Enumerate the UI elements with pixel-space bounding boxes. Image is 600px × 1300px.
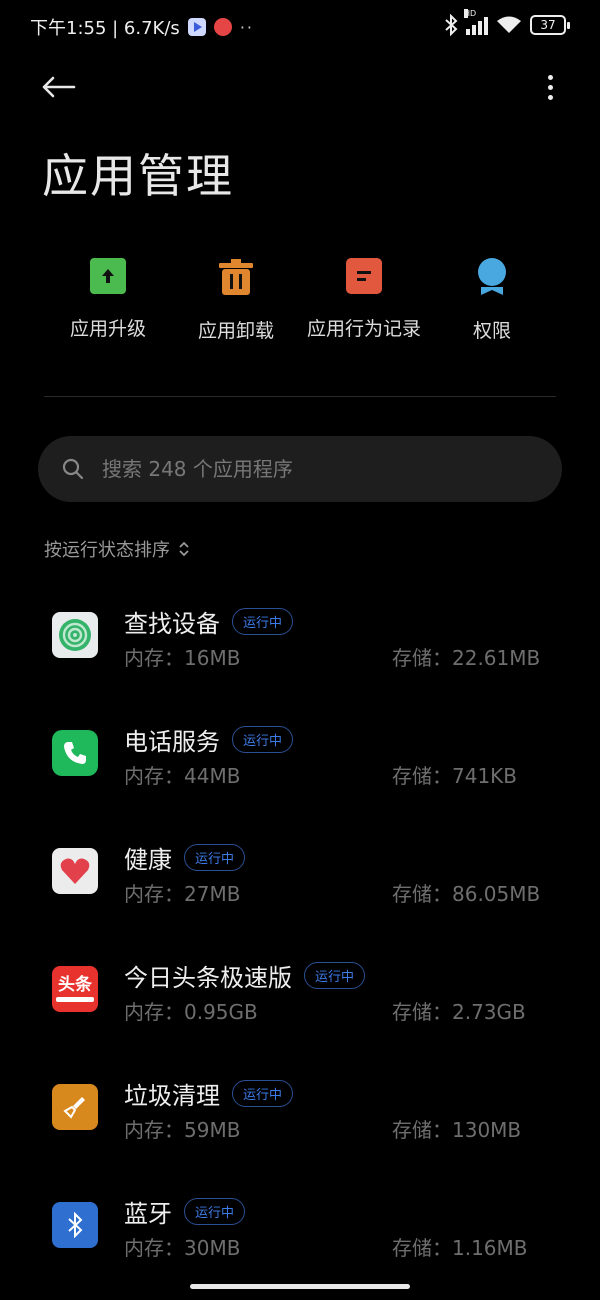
status-time: 下午1:55 | 6.7K/s	[30, 18, 180, 39]
app-name: 垃圾清理	[124, 1082, 220, 1110]
status-right: HD 37	[444, 9, 570, 36]
app-memory: 内存：27MB	[124, 882, 241, 906]
toutiao-icon-strip	[56, 997, 94, 1002]
heart-icon	[52, 848, 98, 894]
app-memory: 内存：59MB	[124, 1118, 241, 1142]
app-list-item[interactable]: 蓝牙 运行中 内存：30MB 存储：1.16MB	[0, 1180, 600, 1298]
app-name-line: 蓝牙 运行中	[124, 1194, 246, 1229]
divider	[44, 396, 556, 397]
page-title: 应用管理	[42, 149, 234, 203]
app-name-line: 电话服务 运行中	[124, 722, 294, 757]
permissions-button[interactable]: 权限	[422, 258, 562, 343]
app-list-item[interactable]: 查找设备 运行中 内存：16MB 存储：22.61MB	[0, 590, 600, 708]
signal-icon: HD	[464, 9, 488, 35]
app-storage: 存储：22.61MB	[392, 646, 541, 670]
app-list-item[interactable]: 健康 运行中 内存：27MB 存储：86.05MB	[0, 826, 600, 944]
app-storage: 存储：1.16MB	[392, 1236, 528, 1260]
search-bar[interactable]	[38, 436, 562, 502]
app-name: 蓝牙	[124, 1200, 172, 1228]
running-badge: 运行中	[232, 608, 294, 635]
home-indicator[interactable]	[190, 1284, 410, 1289]
app-list-item[interactable]: 垃圾清理 运行中 内存：59MB 存储：130MB	[0, 1062, 600, 1180]
running-badge: 运行中	[232, 726, 294, 753]
app-storage: 存储：130MB	[392, 1118, 522, 1142]
app-name: 电话服务	[124, 728, 220, 756]
phone-icon	[52, 730, 98, 776]
app-name: 查找设备	[124, 610, 220, 638]
running-badge: 运行中	[184, 844, 246, 871]
status-left: 下午1:55 | 6.7K/s ··	[30, 14, 254, 40]
trash-icon	[217, 258, 255, 296]
battery-icon: 37	[530, 15, 570, 35]
more-options-button[interactable]	[544, 70, 556, 104]
upgrade-icon	[90, 258, 126, 294]
sort-selector[interactable]: 按运行状态排序	[44, 536, 190, 562]
app-list: 查找设备 运行中 内存：16MB 存储：22.61MB 电话服务 运行中 内存：…	[0, 590, 600, 1298]
back-arrow-icon	[42, 76, 76, 98]
more-notifications-icon: ··	[239, 17, 254, 37]
app-behavior-record-label: 应用行为记录	[306, 318, 421, 340]
app-list-item[interactable]: 电话服务 运行中 内存：44MB 存储：741KB	[0, 708, 600, 826]
app-notification-icon	[213, 18, 232, 36]
app-storage: 存储：2.73GB	[392, 1000, 526, 1024]
app-name-line: 垃圾清理 运行中	[124, 1076, 294, 1111]
status-bar: 下午1:55 | 6.7K/s ·· HD 37	[0, 0, 600, 52]
app-name-line: 查找设备 运行中	[124, 604, 294, 639]
permissions-label: 权限	[472, 320, 511, 342]
app-list-item[interactable]: 头条 今日头条极速版 运行中 内存：0.95GB 存储：2.73GB	[0, 944, 600, 1062]
bluetooth-status-icon	[445, 14, 458, 36]
sort-label: 按运行状态排序	[44, 540, 170, 561]
app-storage: 存储：741KB	[392, 764, 518, 788]
quick-actions: 应用升级 应用卸载 应用行为记录 权限	[44, 258, 556, 348]
toutiao-icon: 头条	[52, 966, 98, 1012]
bluetooth-icon	[52, 1202, 98, 1248]
toutiao-icon-text: 头条	[58, 975, 92, 995]
broom-icon	[52, 1084, 98, 1130]
back-button[interactable]	[40, 70, 80, 104]
permission-icon	[473, 258, 511, 296]
app-name-line: 今日头条极速版 运行中	[124, 958, 366, 993]
play-store-notification-icon	[187, 18, 206, 36]
app-name: 健康	[124, 846, 172, 874]
running-badge: 运行中	[184, 1198, 246, 1225]
hd-label: HD	[464, 9, 477, 18]
app-behavior-record-button[interactable]: 应用行为记录	[294, 258, 434, 341]
running-badge: 运行中	[304, 962, 366, 989]
app-storage: 存储：86.05MB	[392, 882, 541, 906]
app-name: 今日头条极速版	[124, 964, 292, 992]
app-uninstall-label: 应用卸载	[197, 320, 274, 342]
more-dot	[547, 84, 553, 90]
search-input[interactable]	[102, 457, 522, 481]
app-memory: 内存：30MB	[124, 1236, 241, 1260]
search-icon	[62, 458, 84, 480]
app-memory: 内存：0.95GB	[124, 1000, 258, 1024]
sort-chevron-icon	[179, 541, 189, 557]
app-uninstall-button[interactable]: 应用卸载	[166, 258, 306, 343]
running-badge: 运行中	[232, 1080, 294, 1107]
app-memory: 内存：44MB	[124, 764, 241, 788]
app-upgrade-label: 应用升级	[69, 318, 146, 340]
more-dot	[547, 74, 553, 80]
more-dot	[547, 94, 553, 100]
wifi-icon	[497, 16, 521, 33]
record-icon	[346, 258, 382, 294]
battery-level: 37	[540, 18, 556, 32]
find-device-icon	[52, 612, 98, 658]
app-name-line: 健康 运行中	[124, 840, 246, 875]
app-memory: 内存：16MB	[124, 646, 241, 670]
app-upgrade-button[interactable]: 应用升级	[38, 258, 178, 341]
